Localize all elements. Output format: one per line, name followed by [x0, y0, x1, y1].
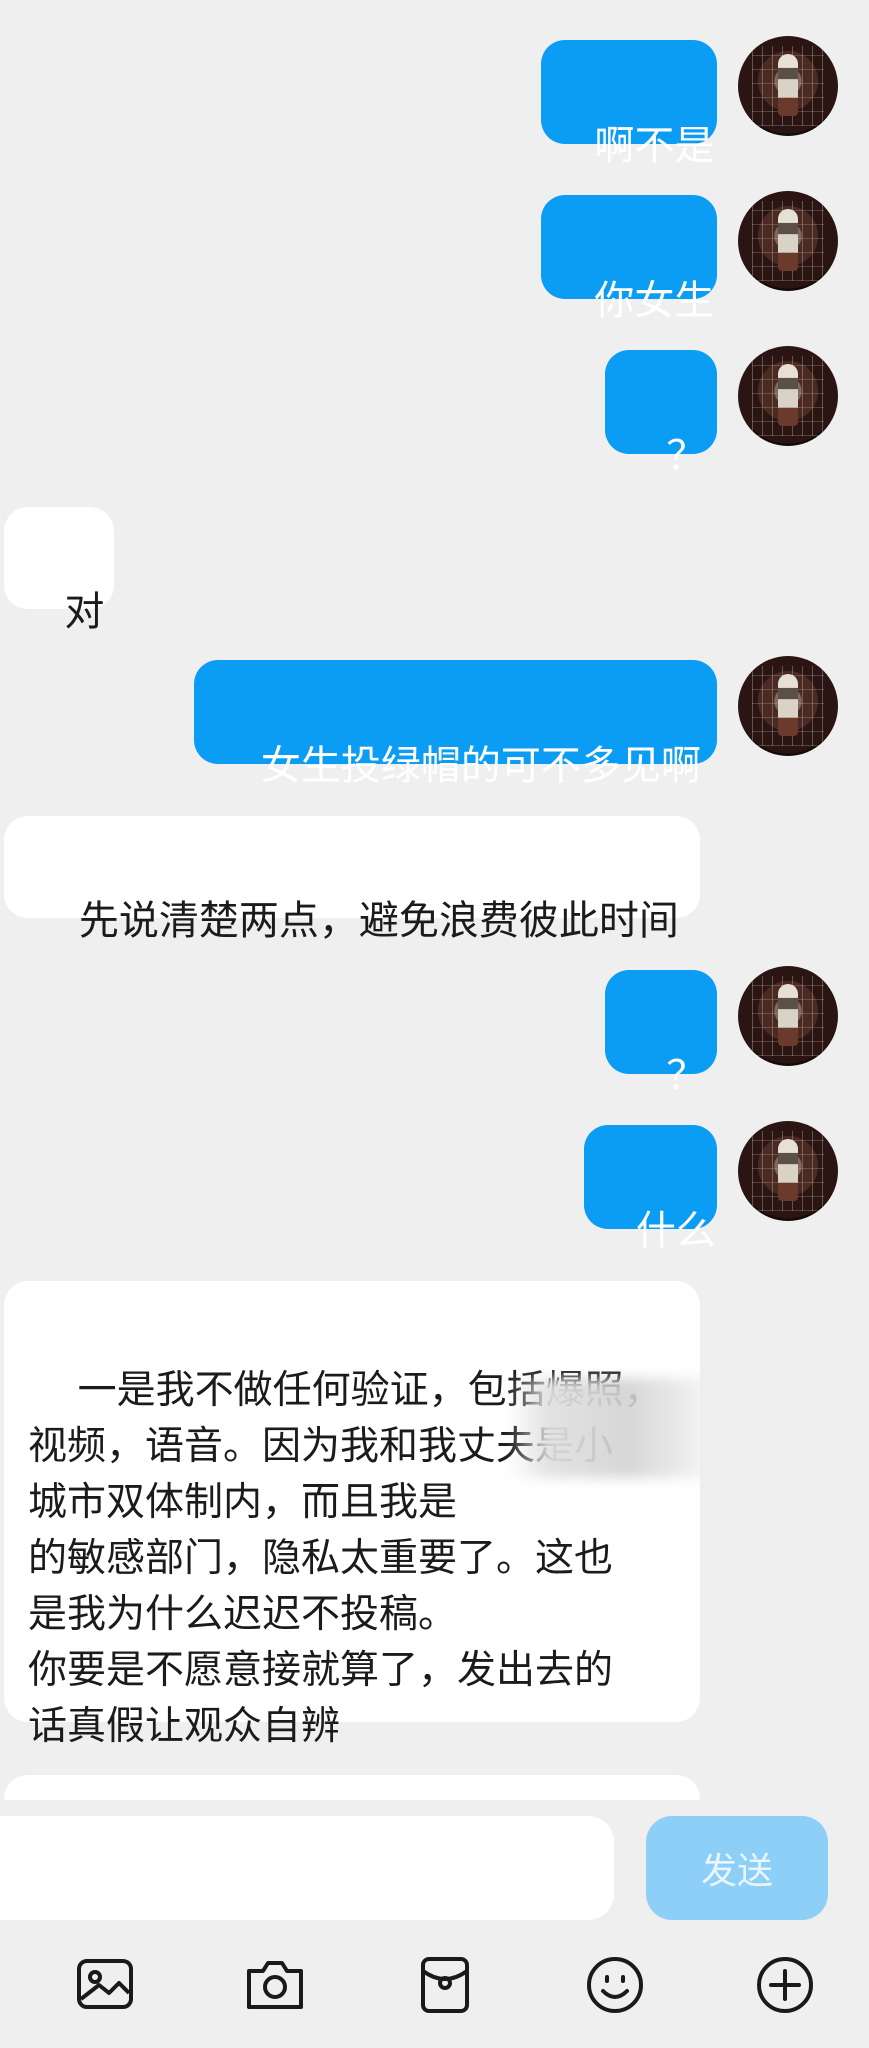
avatar[interactable]	[738, 191, 838, 291]
message-outgoing[interactable]: 你女生	[541, 195, 717, 324]
message-text: 啊不是	[594, 123, 715, 169]
avatar[interactable]	[738, 36, 838, 136]
avatar[interactable]	[738, 966, 838, 1066]
message-input[interactable]	[0, 1816, 614, 1920]
message-outgoing[interactable]: 什么	[584, 1125, 717, 1254]
message-outgoing[interactable]: 女生投绿帽的可不多见啊	[194, 660, 717, 789]
message-outgoing[interactable]: ？	[605, 970, 717, 1099]
message-incoming[interactable]	[4, 1775, 700, 1800]
message-text: 先说清楚两点，避免浪费彼此时间	[78, 898, 679, 944]
avatar[interactable]	[738, 1121, 838, 1221]
message-text: 对	[64, 589, 105, 635]
message-outgoing[interactable]: 啊不是	[541, 40, 717, 169]
message-text: 什么	[635, 1208, 716, 1254]
message-incoming[interactable]: 先说清楚两点，避免浪费彼此时间	[4, 816, 700, 944]
message-text: 你女生	[594, 278, 715, 324]
image-icon[interactable]	[70, 1950, 140, 2020]
chat-history[interactable]: 啊不是 你女生 ？ 对 女生投绿帽的可不多见啊 先说清楚两点，避免浪费彼此时间 …	[0, 0, 869, 1800]
avatar[interactable]	[738, 656, 838, 756]
send-button[interactable]: 发送	[646, 1816, 828, 1920]
message-text: 女生投绿帽的可不多见啊	[260, 743, 701, 789]
redaction-blur	[508, 1378, 708, 1478]
avatar[interactable]	[738, 346, 838, 446]
emoji-icon[interactable]	[580, 1950, 650, 2020]
message-text: ？	[666, 1053, 707, 1099]
plus-icon[interactable]	[750, 1950, 820, 2020]
message-outgoing[interactable]: ？	[605, 350, 717, 479]
message-incoming[interactable]: 对	[4, 507, 114, 635]
message-text: ？	[666, 433, 707, 479]
message-incoming[interactable]: 一是我不做任何验证，包括爆照， 视频，语音。因为我和我丈夫是小 城市双体制内，而…	[4, 1281, 700, 1749]
camera-icon[interactable]	[240, 1950, 310, 2020]
red-envelope-icon[interactable]	[410, 1950, 480, 2020]
